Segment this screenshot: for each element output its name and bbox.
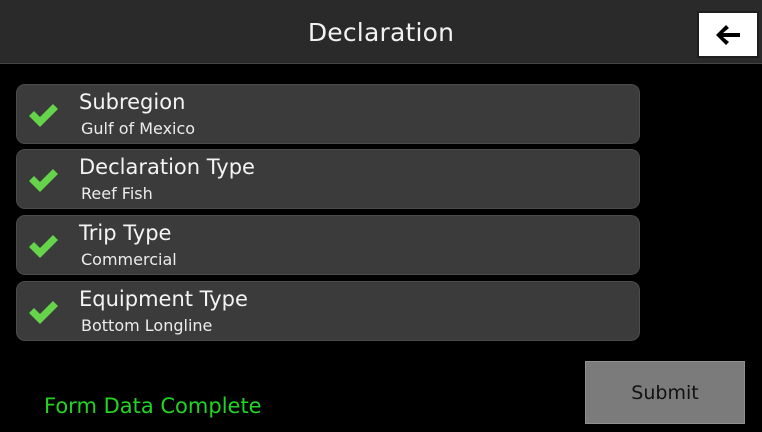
field-label: Equipment Type <box>79 287 248 311</box>
page-title: Declaration <box>307 18 455 47</box>
field-row-equipment-type[interactable]: Equipment Type Bottom Longline <box>16 281 640 341</box>
field-row-subregion[interactable]: Subregion Gulf of Mexico <box>16 84 640 144</box>
field-label: Trip Type <box>79 221 172 245</box>
checkmark-icon <box>29 169 58 192</box>
field-value: Reef Fish <box>81 184 153 203</box>
field-row-declaration-type[interactable]: Declaration Type Reef Fish <box>16 149 640 209</box>
field-value: Bottom Longline <box>81 316 213 335</box>
form-status-text: Form Data Complete <box>44 394 262 418</box>
submit-button[interactable]: Submit <box>585 361 745 424</box>
field-value: Gulf of Mexico <box>81 119 196 138</box>
field-label: Declaration Type <box>79 155 255 179</box>
checkmark-icon <box>29 301 58 324</box>
back-button[interactable] <box>697 11 759 58</box>
checkmark-icon <box>29 104 58 127</box>
field-row-trip-type[interactable]: Trip Type Commercial <box>16 215 640 275</box>
field-label: Subregion <box>79 90 186 114</box>
checkmark-icon <box>29 235 58 258</box>
arrow-left-icon <box>716 24 740 45</box>
header-bar: Declaration <box>0 0 762 64</box>
field-value: Commercial <box>81 250 177 269</box>
